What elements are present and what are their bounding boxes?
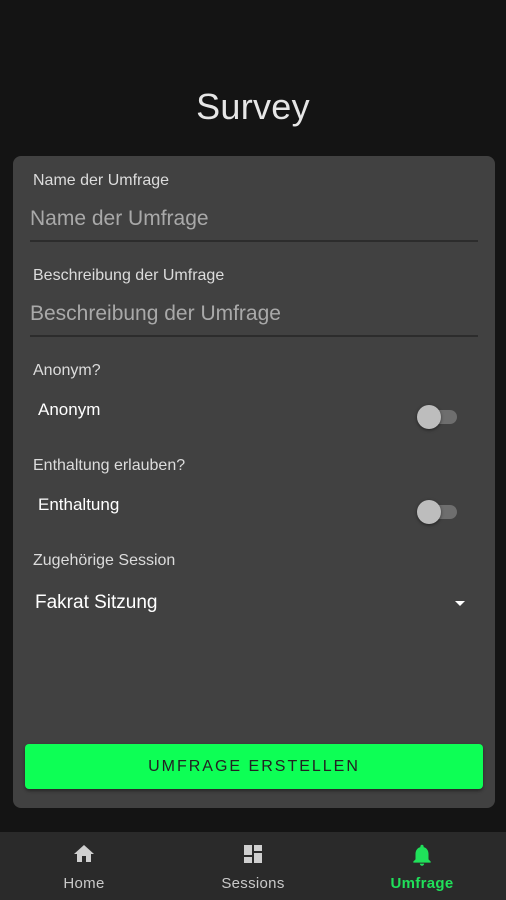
- anonymous-switch[interactable]: [417, 402, 457, 430]
- abstention-toggle-row[interactable]: Enthaltung: [38, 491, 458, 524]
- create-survey-button[interactable]: UMFRAGE ERSTELLEN: [25, 744, 483, 789]
- nav-item-home[interactable]: Home: [0, 832, 168, 900]
- name-input[interactable]: Name der Umfrage: [30, 204, 478, 242]
- bell-icon: [338, 842, 506, 870]
- switch-thumb[interactable]: [417, 405, 441, 429]
- name-label: Name der Umfrage: [33, 172, 170, 189]
- nav-item-sessions[interactable]: Sessions: [169, 832, 337, 900]
- description-label: Beschreibung der Umfrage: [33, 267, 225, 284]
- nav-label-home: Home: [63, 875, 105, 892]
- page-title: Survey: [196, 86, 310, 127]
- session-section-label: Zugehörige Session: [33, 552, 176, 569]
- session-dropdown[interactable]: Fakrat Sitzung: [35, 588, 465, 620]
- abstention-toggle-label: Enthaltung: [38, 495, 120, 514]
- abstention-switch[interactable]: [417, 497, 457, 525]
- session-dropdown-value: Fakrat Sitzung: [35, 592, 158, 613]
- anonymous-toggle-label: Anonym: [38, 400, 101, 419]
- description-input[interactable]: Beschreibung der Umfrage: [30, 299, 478, 337]
- nav-label-sessions: Sessions: [221, 875, 285, 892]
- survey-form-card: Name der Umfrage Name der Umfrage Beschr…: [13, 156, 495, 808]
- abstention-section-label: Enthaltung erlauben?: [33, 457, 186, 474]
- anonymous-toggle-row[interactable]: Anonym: [38, 396, 458, 429]
- anonymous-section-label: Anonym?: [33, 362, 101, 379]
- nav-label-umfrage: Umfrage: [390, 875, 454, 892]
- nav-item-umfrage[interactable]: Umfrage: [338, 832, 506, 900]
- bottom-navigation: Home Sessions Umfrage: [0, 832, 506, 900]
- switch-thumb[interactable]: [417, 500, 441, 524]
- home-icon: [0, 842, 168, 870]
- dashboard-icon: [169, 842, 337, 870]
- dropdown-arrow-icon[interactable]: [455, 601, 465, 606]
